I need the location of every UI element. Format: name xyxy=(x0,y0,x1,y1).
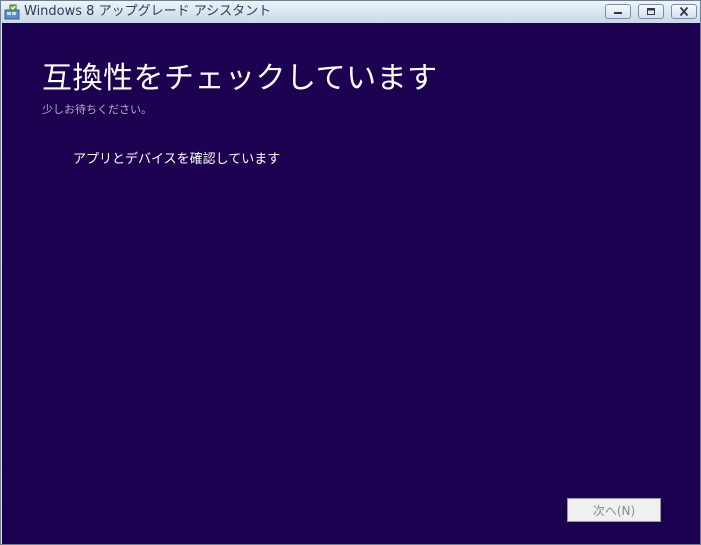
close-icon xyxy=(679,6,689,17)
restore-button[interactable] xyxy=(638,4,664,19)
page-subtitle: 少しお待ちください。 xyxy=(42,103,152,116)
status-text: アプリとデバイスを確認しています xyxy=(73,152,281,167)
title-bar[interactable]: Windows 8 アップグレード アシスタント xyxy=(1,1,700,23)
page-title: 互換性をチェックしています xyxy=(42,61,438,96)
main-content: 互換性をチェックしています 少しお待ちください。 アプリとデバイスを確認していま… xyxy=(2,23,700,544)
minimize-icon xyxy=(614,12,622,14)
restore-icon xyxy=(647,8,655,15)
upgrade-assistant-window: Windows 8 アップグレード アシスタント 互換性をチェックしています 少… xyxy=(0,0,701,545)
minimize-button[interactable] xyxy=(605,4,631,19)
window-title: Windows 8 アップグレード アシスタント xyxy=(24,4,272,19)
next-button[interactable]: 次へ(N) xyxy=(567,498,661,522)
windows-upgrade-icon xyxy=(4,4,20,20)
close-button[interactable] xyxy=(671,4,697,19)
